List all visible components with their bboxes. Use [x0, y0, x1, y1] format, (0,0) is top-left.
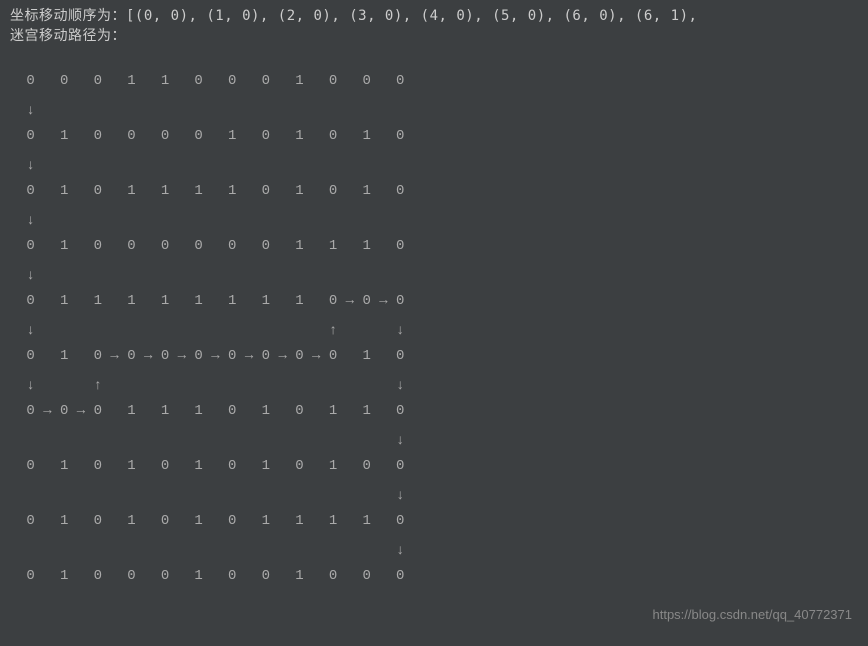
maze-row: 0 1 0 → 0 → 0 → 0 → 0 → 0 → 0 → 0 1 0 [18, 349, 858, 368]
coord-sequence-label: 坐标移动顺序为：[(0, 0), (1, 0), (2, 0), (3, 0),… [10, 6, 858, 26]
maze-arrow-row: ↓ [18, 258, 858, 294]
watermark-url: https://blog.csdn.net/qq_40772371 [653, 607, 853, 622]
maze-row: 0 → 0 → 0 1 1 1 0 1 0 1 1 0 [18, 404, 858, 423]
maze-arrow-row: ↓ [18, 533, 858, 569]
maze-row: 0 1 0 1 0 1 0 1 0 1 0 0 [18, 459, 858, 478]
maze-row: 0 1 0 0 0 0 0 0 1 1 1 0 [18, 239, 858, 258]
maze-arrow-row: ↓ ↑ ↓ [18, 368, 858, 404]
maze-row: 0 1 0 0 0 1 0 0 1 0 0 0 [18, 569, 858, 588]
maze-row: 0 1 0 0 0 0 1 0 1 0 1 0 [18, 129, 858, 148]
maze-row: 0 0 0 1 1 0 0 0 1 0 0 0 [18, 74, 858, 93]
maze-arrow-row: ↓ [18, 148, 858, 184]
maze-arrow-row: ↓ [18, 93, 858, 129]
maze-arrow-row: ↓ [18, 478, 858, 514]
maze-row: 0 1 0 1 1 1 1 0 1 0 1 0 [18, 184, 858, 203]
maze-row: 0 1 1 1 1 1 1 1 1 0 → 0 → 0 [18, 294, 858, 313]
maze-arrow-row: ↓ [18, 203, 858, 239]
maze-arrow-row: ↓ ↑ ↓ [18, 313, 858, 349]
maze-path-label: 迷宫移动路径为： [10, 26, 858, 46]
maze-row: 0 1 0 1 0 1 0 1 1 1 1 0 [18, 514, 858, 533]
maze-arrow-row: ↓ [18, 423, 858, 459]
maze-output: 0 0 0 1 1 0 0 0 1 0 0 0 ↓ 0 1 0 0 0 0 1 … [18, 74, 858, 588]
